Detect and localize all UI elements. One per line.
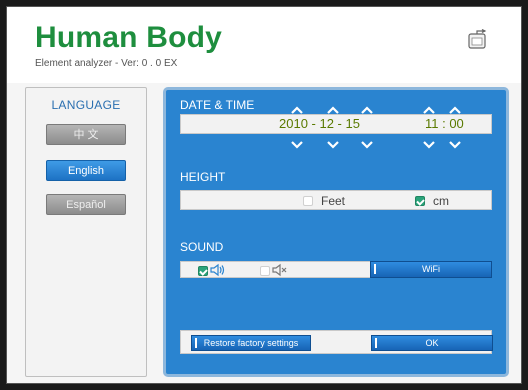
height-field: Feet cm [180, 190, 492, 210]
app-title: Human Body [35, 21, 223, 54]
sound-row: WiFi [180, 260, 492, 280]
minute-down-chevron-down-icon[interactable] [448, 137, 462, 149]
year-up-chevron-up-icon[interactable] [290, 102, 304, 114]
mute-checkbox[interactable] [260, 266, 270, 276]
cm-checkbox[interactable] [415, 196, 425, 206]
sound-on-checkbox[interactable] [198, 266, 208, 276]
height-label: HEIGHT [180, 170, 226, 184]
settings-panel: DATE & TIME 2010 - 12 - 15 11 : 00 HEIGH… [163, 87, 509, 377]
cm-label: cm [433, 194, 449, 208]
footer-bar: Restore factory settings OK [180, 330, 493, 354]
app-window: Human Body Element analyzer - Ver: 0 . 0… [6, 6, 522, 384]
speaker-mute-icon [272, 263, 288, 277]
datetime-label: DATE & TIME [180, 98, 255, 112]
date-value: 2010 - 12 - 15 [279, 116, 360, 131]
feet-checkbox[interactable] [303, 196, 313, 206]
hour-up-chevron-up-icon[interactable] [422, 102, 436, 114]
hour-down-chevron-down-icon[interactable] [422, 137, 436, 149]
header: Human Body Element analyzer - Ver: 0 . 0… [7, 7, 521, 83]
language-sidebar: LANGUAGE 中 文 English Español [25, 87, 147, 377]
day-up-chevron-up-icon[interactable] [360, 102, 374, 114]
ok-button[interactable]: OK [371, 335, 493, 351]
month-down-chevron-down-icon[interactable] [326, 137, 340, 149]
language-button-chinese[interactable]: 中 文 [46, 124, 126, 145]
day-down-chevron-down-icon[interactable] [360, 137, 374, 149]
language-button-english[interactable]: English [46, 160, 126, 181]
exit-icon[interactable] [467, 28, 489, 51]
restore-factory-button[interactable]: Restore factory settings [191, 335, 311, 351]
datetime-field: 2010 - 12 - 15 11 : 00 [180, 114, 492, 134]
year-down-chevron-down-icon[interactable] [290, 137, 304, 149]
language-title: LANGUAGE [51, 98, 121, 112]
month-up-chevron-up-icon[interactable] [326, 102, 340, 114]
language-button-spanish[interactable]: Español [46, 194, 126, 215]
speaker-on-icon [210, 263, 226, 277]
feet-label: Feet [321, 194, 346, 208]
time-value: 11 : 00 [425, 116, 464, 131]
sound-label: SOUND [180, 240, 224, 254]
minute-up-chevron-up-icon[interactable] [448, 102, 462, 114]
app-subtitle: Element analyzer - Ver: 0 . 0 EX [35, 58, 178, 69]
wifi-button[interactable]: WiFi [370, 261, 492, 278]
